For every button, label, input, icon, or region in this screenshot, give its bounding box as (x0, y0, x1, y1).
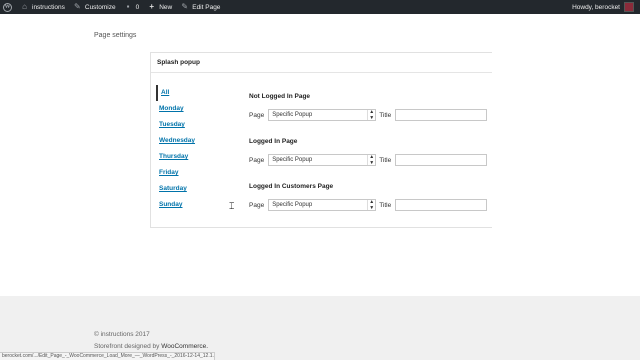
designed-by-text: Storefront designed by WooCommerce. (94, 343, 208, 350)
select-value: Specific Popup (272, 202, 313, 208)
avatar (624, 2, 634, 12)
title-label: Title (379, 201, 392, 209)
page-label: Page (249, 111, 265, 119)
select-arrow-icon: ▲ ▼ (367, 154, 375, 166)
logged-in-row: Page Specific Popup ▲ ▼ Title (249, 153, 489, 167)
comment-icon: ▪ (126, 2, 130, 11)
section-title-logged-in-customers: Logged In Customers Page (249, 183, 334, 190)
customize-label: Customize (84, 3, 116, 11)
site-name: instructions (32, 3, 65, 11)
select-arrow-icon: ▲ ▼ (367, 109, 375, 121)
edit-page-label: Edit Page (192, 3, 221, 11)
howdy-text: Howdy, berocket (572, 3, 620, 11)
section-title-logged-in: Logged In Page (249, 138, 298, 145)
logged-in-customers-page-select[interactable]: Specific Popup ▲ ▼ (268, 199, 377, 211)
logged-in-customers-row: Page Specific Popup ▲ ▼ Title (249, 198, 489, 212)
new-content-menu[interactable]: + New (144, 0, 177, 14)
customize-link[interactable]: ✎ Customize (70, 0, 121, 14)
copyright-text: © instructions 2017 (94, 331, 150, 338)
logged-in-customers-title-input[interactable] (395, 199, 488, 211)
comments-count: 0 (135, 3, 140, 11)
select-value: Specific Popup (272, 112, 313, 118)
section-title-not-logged-in: Not Logged In Page (249, 93, 311, 100)
tab-friday[interactable]: Friday (156, 165, 226, 181)
wp-logo-menu[interactable]: W (0, 0, 17, 14)
day-tabs: All Monday Tuesday Wednesday Thursday Fr… (156, 85, 226, 213)
mouse-cursor-icon: ⌶ (229, 201, 235, 211)
splash-popup-panel: Splash popup All Monday Tuesday Wednesda… (150, 52, 492, 228)
brush-icon: ✎ (74, 2, 81, 11)
title-label: Title (379, 111, 392, 119)
tab-monday[interactable]: Monday (156, 101, 226, 117)
select-arrow-icon: ▲ ▼ (367, 199, 375, 211)
site-name-menu[interactable]: ⌂ instructions (17, 0, 70, 14)
tab-wednesday[interactable]: Wednesday (156, 133, 226, 149)
tab-thursday[interactable]: Thursday (156, 149, 226, 165)
logged-in-page-select[interactable]: Specific Popup ▲ ▼ (268, 154, 377, 166)
not-logged-in-page-select[interactable]: Specific Popup ▲ ▼ (268, 109, 377, 121)
tab-sunday[interactable]: Sunday (156, 197, 226, 213)
new-label: New (159, 3, 173, 11)
plus-icon: + (149, 2, 155, 11)
title-label: Title (379, 156, 392, 164)
not-logged-in-title-input[interactable] (395, 109, 488, 121)
woocommerce-link[interactable]: WooCommerce. (161, 343, 208, 350)
panel-title: Splash popup (151, 53, 492, 73)
page-label: Page (249, 201, 265, 209)
page-label: Page (249, 156, 265, 164)
my-account-menu[interactable]: Howdy, berocket (572, 0, 640, 14)
logged-in-title-input[interactable] (395, 154, 488, 166)
site-footer (0, 296, 640, 360)
pencil-icon: ✎ (181, 2, 189, 11)
tab-all[interactable]: All (156, 85, 226, 101)
admin-bar: W ⌂ instructions ✎ Customize ▪ 0 + New ✎… (0, 0, 640, 14)
designed-prefix: Storefront designed by (94, 343, 160, 350)
tab-tuesday[interactable]: Tuesday (156, 117, 226, 133)
comments-link[interactable]: ▪ 0 (121, 0, 145, 14)
popup-settings: Not Logged In Page Page Specific Popup ▲… (249, 93, 489, 228)
tab-saturday[interactable]: Saturday (156, 181, 226, 197)
home-icon: ⌂ (22, 2, 27, 11)
page-settings-heading: Page settings (94, 32, 137, 39)
wordpress-icon: W (3, 2, 12, 12)
select-value: Specific Popup (272, 157, 313, 163)
not-logged-in-row: Page Specific Popup ▲ ▼ Title (249, 108, 489, 122)
edit-page-link[interactable]: ✎ Edit Page (177, 0, 225, 14)
browser-status-bar: berocket.com/.../Edit_Page_-_WooCommerce… (0, 352, 215, 360)
